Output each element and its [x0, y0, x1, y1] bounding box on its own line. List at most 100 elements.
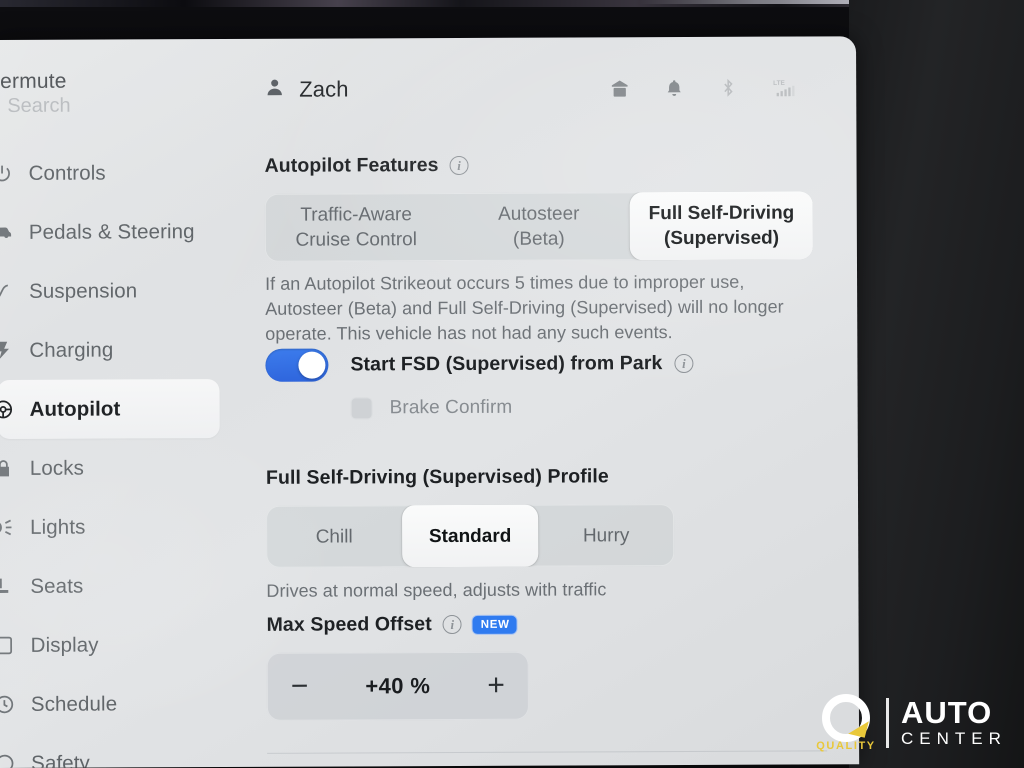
sidebar-item-label: Schedule [30, 691, 118, 716]
sidebar-item-label: Suspension [29, 278, 138, 303]
info-icon[interactable]: i [442, 614, 462, 635]
start-fsd-from-park-label-group: Start FSD (Supervised) from Park i [350, 352, 694, 376]
watermark-auto: AUTO [901, 695, 993, 730]
fsd-profile-title: Full Self-Driving (Supervised) Profile [265, 465, 609, 489]
sidebar-item-label: Locks [29, 456, 84, 480]
fsd-profile-heading: Full Self-Driving (Supervised) Profile [266, 464, 814, 489]
max-speed-offset-section: Max Speed Offset i NEW − +40 % + [266, 611, 828, 754]
seat-icon [0, 575, 14, 597]
lights-icon [0, 516, 14, 538]
sidebar-item-pedals-steering[interactable]: Pedals & Steering [0, 202, 229, 262]
settings-sidebar: ntermute Search Controls Pedals & Steeri… [0, 39, 231, 768]
sidebar-item-display[interactable]: Display [0, 615, 231, 675]
max-speed-offset-title: Max Speed Offset [266, 613, 432, 636]
clock-icon [0, 693, 15, 715]
bluetooth-icon[interactable] [718, 78, 738, 98]
autopilot-features-section: Autopilot Features i Traffic-Aware Cruis… [265, 152, 814, 346]
top-status-bar: Zach LTE [264, 70, 836, 106]
garage-icon[interactable] [609, 78, 630, 99]
steering-wheel-icon [0, 398, 14, 420]
sidebar-item-label: Safety [31, 751, 90, 768]
photograph-of-tesla-touchscreen: ntermute Search Controls Pedals & Steeri… [0, 0, 1024, 768]
segment-standard[interactable]: Standard [402, 504, 539, 568]
increment-button[interactable]: + [487, 669, 505, 702]
toggle-knob [298, 351, 326, 379]
segment-label-line1: Autosteer [498, 203, 580, 225]
segment-label: Hurry [582, 524, 630, 546]
quality-auto-center-watermark: QUALITY AUTO CENTER [808, 686, 1024, 760]
segment-label: Chill [315, 525, 353, 548]
quality-logo: QUALITY [808, 686, 884, 760]
segment-hurry[interactable]: Hurry [538, 504, 674, 567]
car-pedal-icon [0, 221, 13, 243]
autopilot-features-title: Autopilot Features [264, 154, 439, 177]
start-fsd-from-park-toggle[interactable] [265, 348, 329, 382]
brake-confirm-label: Brake Confirm [389, 396, 513, 419]
segment-label-line1: Traffic-Aware [300, 204, 412, 226]
autopilot-features-segmented-control[interactable]: Traffic-Aware Cruise Control Autosteer (… [264, 191, 813, 262]
sidebar-item-label: Display [30, 633, 99, 657]
sidebar-item-schedule[interactable]: Schedule [0, 674, 231, 734]
segment-full-self-driving-supervised[interactable]: Full Self-Driving (Supervised) [630, 191, 813, 261]
sidebar-nav-list: Controls Pedals & Steering Suspension Ch… [0, 143, 231, 768]
fsd-profile-segmented-control[interactable]: Chill Standard Hurry [266, 504, 675, 568]
tesla-touchscreen-display: ntermute Search Controls Pedals & Steeri… [0, 36, 860, 768]
sidebar-search-placeholder: Search [7, 94, 71, 117]
brake-confirm-checkbox[interactable] [350, 397, 373, 420]
q-tail-accent [848, 717, 869, 738]
segment-traffic-aware-cruise-control[interactable]: Traffic-Aware Cruise Control [265, 193, 448, 262]
watermark-center: CENTER [901, 729, 1007, 748]
segment-chill[interactable]: Chill [266, 505, 402, 568]
bell-icon[interactable] [664, 78, 684, 98]
start-fsd-from-park-section: Start FSD (Supervised) from Park i Brake… [265, 346, 814, 420]
charging-icon [0, 339, 13, 361]
svg-text:LTE: LTE [773, 80, 786, 87]
new-badge: NEW [472, 615, 517, 634]
fsd-profile-description: Drives at normal speed, adjusts with tra… [266, 579, 607, 601]
bezel-right-side [849, 0, 1024, 768]
segment-label: Standard [428, 525, 512, 547]
sidebar-item-seats[interactable]: Seats [0, 556, 231, 616]
segment-label-line2: (Supervised) [663, 227, 780, 250]
lte-signal-icon[interactable]: LTE [772, 77, 802, 97]
driver-profile-name: Zach [299, 76, 349, 102]
lock-icon [0, 457, 14, 479]
sidebar-search[interactable]: Search [0, 95, 71, 118]
sidebar-item-label: Seats [30, 574, 84, 598]
autopilot-features-heading: Autopilot Features i [265, 152, 813, 177]
sidebar-item-charging[interactable]: Charging [0, 320, 229, 380]
sidebar-item-label: Autopilot [29, 396, 121, 421]
safety-icon [0, 752, 15, 768]
segment-label-line2: Cruise Control [295, 229, 417, 251]
info-icon[interactable]: i [449, 155, 469, 176]
section-divider [267, 750, 828, 754]
suspension-icon [0, 280, 13, 302]
info-icon[interactable]: i [674, 353, 694, 374]
q-letter-icon [822, 694, 870, 742]
sidebar-item-label: Charging [29, 337, 114, 362]
power-icon [0, 162, 13, 184]
segment-autosteer-beta[interactable]: Autosteer (Beta) [447, 192, 630, 261]
sidebar-item-controls[interactable]: Controls [0, 143, 229, 203]
sidebar-brand-label: ntermute [0, 69, 67, 94]
autopilot-settings-panel: Zach LTE Autopilot Features i Traffic-Aw… [228, 36, 859, 767]
segment-label-line2: (Beta) [512, 228, 565, 250]
start-fsd-from-park-label: Start FSD (Supervised) from Park [350, 352, 663, 376]
watermark-divider [886, 698, 889, 748]
autopilot-strikeout-description: If an Autopilot Strikeout occurs 5 times… [265, 271, 784, 344]
max-speed-offset-heading: Max Speed Offset i NEW [267, 611, 815, 636]
sidebar-item-safety[interactable]: Safety [0, 733, 231, 768]
status-icon-group: LTE [609, 77, 836, 99]
sidebar-item-suspension[interactable]: Suspension [0, 261, 229, 321]
max-speed-offset-stepper[interactable]: − +40 % + [266, 651, 529, 721]
sidebar-item-autopilot[interactable]: Autopilot [0, 379, 220, 439]
decrement-button[interactable]: − [291, 670, 309, 703]
start-fsd-from-park-row: Start FSD (Supervised) from Park i [265, 346, 813, 382]
person-icon [264, 77, 285, 103]
sidebar-item-lights[interactable]: Lights [0, 497, 230, 557]
driver-profile-button[interactable]: Zach [264, 76, 349, 103]
max-speed-offset-value: +40 % [365, 673, 431, 699]
brake-confirm-row[interactable]: Brake Confirm [350, 395, 814, 420]
sidebar-item-locks[interactable]: Locks [0, 438, 230, 498]
display-icon [0, 634, 15, 656]
